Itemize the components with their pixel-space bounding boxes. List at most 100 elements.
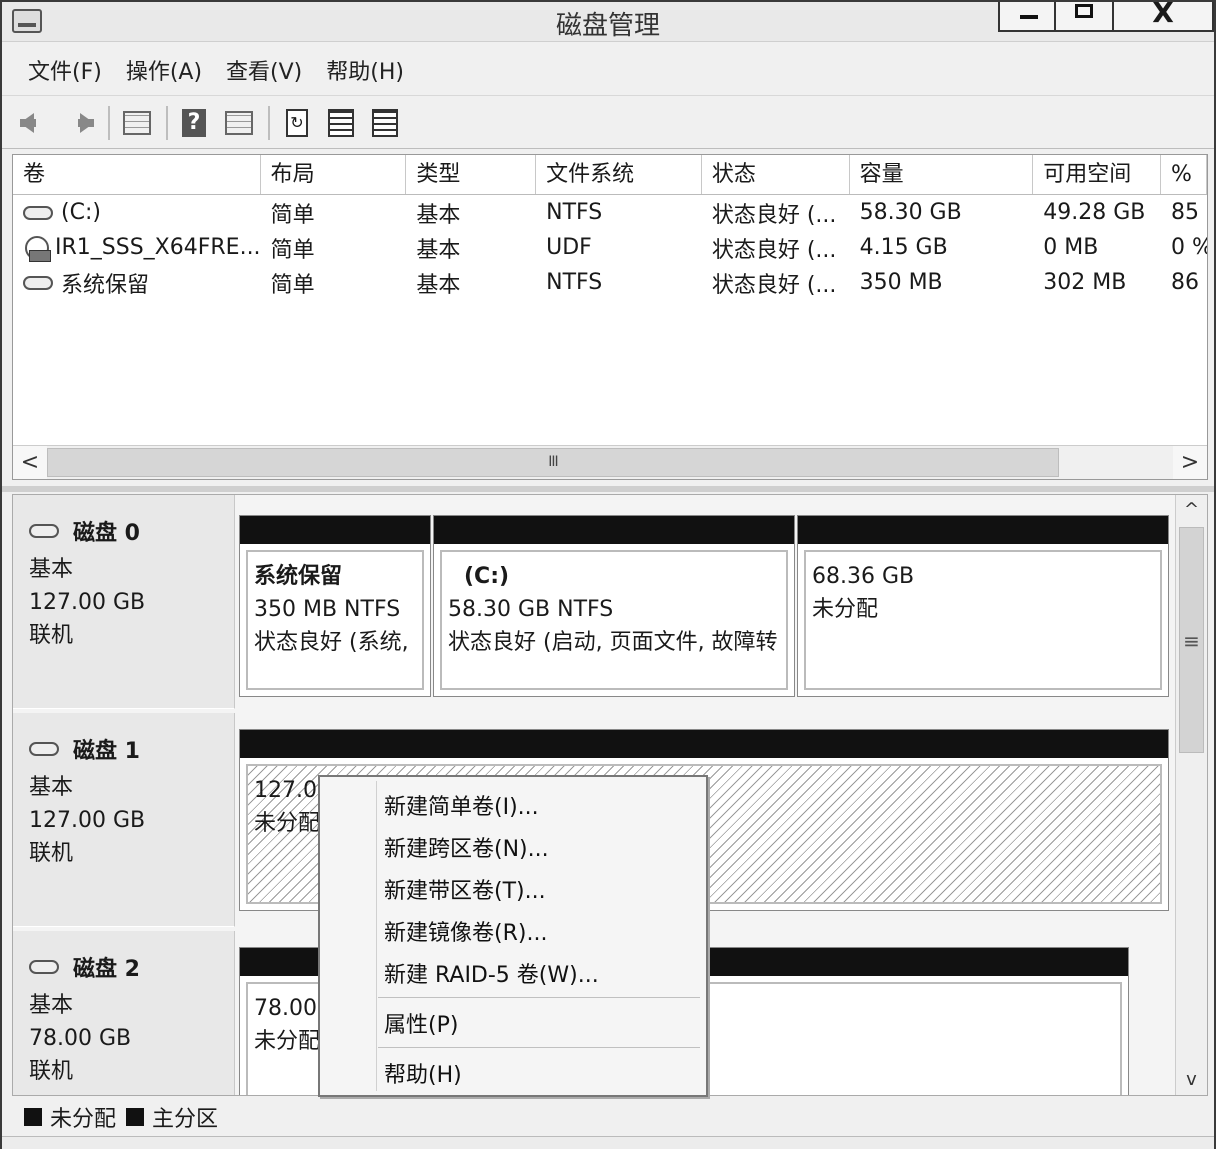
scroll-up-arrow[interactable]: ^ <box>1176 495 1207 525</box>
view-icon <box>225 110 253 135</box>
legend-swatch <box>24 1108 42 1126</box>
hard-drive-icon <box>23 205 53 220</box>
scroll-right-arrow[interactable]: > <box>1173 446 1207 479</box>
filesystem-cell: UDF <box>546 235 592 260</box>
volume-name: IR1_SSS_X64FRE... <box>55 235 261 260</box>
scroll-down-arrow[interactable]: v <box>1176 1065 1207 1095</box>
menu-properties[interactable]: 属性(P) <box>384 1007 458 1039</box>
disk-size: 78.00 GB <box>29 1026 132 1051</box>
close-icon: X <box>1152 0 1174 29</box>
disk-info[interactable]: 磁盘 2 基本 78.00 GB 联机 <box>13 931 235 1095</box>
help-button[interactable]: ? <box>178 107 212 139</box>
menu-help[interactable]: 帮助(H) <box>314 54 416 86</box>
help-icon: ? <box>182 108 206 137</box>
disk-name: 磁盘 2 <box>73 957 140 982</box>
column-percent-free[interactable]: % <box>1161 155 1207 194</box>
table-row[interactable]: IR1_SSS_X64FRE... 简单 基本 UDF 状态良好 (... 4.… <box>13 230 1207 265</box>
column-volume[interactable]: 卷 <box>13 155 261 194</box>
partition-system-reserved[interactable]: 系统保留 350 MB NTFS 状态良好 (系统, <box>239 515 431 697</box>
back-icon <box>20 112 36 133</box>
menu-new-simple-volume[interactable]: 新建简单卷(I)... <box>384 789 539 821</box>
partition-size: 58.30 GB NTFS <box>448 597 614 622</box>
scroll-thumb[interactable]: ≡ <box>1179 527 1204 753</box>
scroll-thumb[interactable]: III <box>47 448 1059 477</box>
partition-size: 68.36 GB <box>812 564 915 589</box>
column-filesystem[interactable]: 文件系统 <box>536 155 702 194</box>
partition-body: (C:) 58.30 GB NTFS 状态良好 (启动, 页面文件, 故障转 <box>440 550 788 690</box>
table-row[interactable]: (C:) 简单 基本 NTFS 状态良好 (... 58.30 GB 49.28… <box>13 195 1207 230</box>
window-controls: X <box>998 0 1214 32</box>
percent-free-cell: 86 <box>1171 270 1200 295</box>
toolbar-separator <box>108 105 110 140</box>
layout-cell: 简单 <box>270 237 315 263</box>
disk-type: 基本 <box>29 775 74 800</box>
menu-separator <box>378 997 700 998</box>
column-capacity[interactable]: 容量 <box>850 155 1034 194</box>
filesystem-cell: NTFS <box>546 200 603 225</box>
title-bar[interactable]: 磁盘管理 X <box>2 0 1214 42</box>
disk-info[interactable]: 磁盘 1 基本 127.00 GB 联机 <box>13 713 235 927</box>
horizontal-scrollbar[interactable]: < III > <box>13 445 1207 479</box>
partition-status: 状态良好 (启动, 页面文件, 故障转 <box>448 630 778 655</box>
toolbar-separator <box>268 105 270 140</box>
table-row[interactable]: 系统保留 简单 基本 NTFS 状态良好 (... 350 MB 302 MB … <box>13 265 1207 300</box>
percent-free-cell: 85 <box>1171 200 1200 225</box>
status-cell: 状态良好 (... <box>711 272 837 298</box>
layout-cell: 简单 <box>270 202 315 228</box>
menu-bar: 文件(F) 操作(A) 查看(V) 帮助(H) <box>2 44 1214 96</box>
maximize-button[interactable] <box>1056 2 1114 32</box>
menu-gutter <box>376 781 377 1091</box>
partition-c[interactable]: (C:) 58.30 GB NTFS 状态良好 (启动, 页面文件, 故障转 <box>433 515 795 697</box>
disk-status: 联机 <box>29 841 74 866</box>
properties-button[interactable] <box>324 107 358 139</box>
disk-type: 基本 <box>29 993 74 1018</box>
pane-splitter[interactable] <box>2 486 1214 492</box>
free-space-cell: 0 MB <box>1043 235 1099 260</box>
column-layout[interactable]: 布局 <box>261 155 407 194</box>
disk-button[interactable] <box>368 107 402 139</box>
disk-title: 磁盘 2 <box>29 951 234 983</box>
menu-new-raid5-volume[interactable]: 新建 RAID-5 卷(W)... <box>384 957 599 989</box>
menu-action[interactable]: 操作(A) <box>114 54 214 86</box>
close-button[interactable]: X <box>1114 0 1214 32</box>
capacity-cell: 58.30 GB <box>859 200 962 225</box>
partition-body: 68.36 GB 未分配 <box>804 550 1162 690</box>
toolbar-separator <box>166 105 168 140</box>
volume-list: 卷 布局 类型 文件系统 状态 容量 可用空间 % (C:) 简单 基本 NTF… <box>12 154 1208 480</box>
properties-icon <box>328 108 354 137</box>
menu-new-striped-volume[interactable]: 新建带区卷(T)... <box>384 873 546 905</box>
menu-view[interactable]: 查看(V) <box>214 54 314 86</box>
partition-bar <box>798 516 1168 544</box>
disk-name: 磁盘 1 <box>73 739 140 764</box>
forward-button[interactable] <box>62 107 96 139</box>
column-type[interactable]: 类型 <box>406 155 537 194</box>
disk-type: 基本 <box>29 557 74 582</box>
column-status[interactable]: 状态 <box>702 155 850 194</box>
capacity-cell: 4.15 GB <box>859 235 948 260</box>
type-cell: 基本 <box>416 272 461 298</box>
partition-unallocated[interactable]: 68.36 GB 未分配 <box>797 515 1169 697</box>
back-button[interactable] <box>18 107 52 139</box>
volume-name-cell: 系统保留 <box>13 267 261 299</box>
column-free-space[interactable]: 可用空间 <box>1033 155 1162 194</box>
menu-file[interactable]: 文件(F) <box>16 54 114 86</box>
disk-info[interactable]: 磁盘 0 基本 127.00 GB 联机 <box>13 495 235 709</box>
context-menu: 新建简单卷(I)... 新建跨区卷(N)... 新建带区卷(T)... 新建镜像… <box>318 775 708 1097</box>
view-button[interactable] <box>222 107 256 139</box>
volume-list-header: 卷 布局 类型 文件系统 状态 容量 可用空间 % <box>13 155 1207 195</box>
volume-name: 系统保留 <box>61 272 150 298</box>
vertical-scrollbar[interactable]: ^ ≡ v <box>1175 495 1207 1095</box>
scroll-left-arrow[interactable]: < <box>13 446 47 479</box>
minimize-button[interactable] <box>998 2 1056 32</box>
type-cell: 基本 <box>416 202 461 228</box>
status-cell: 状态良好 (... <box>711 237 837 263</box>
volume-name: (C:) <box>61 200 101 225</box>
refresh-button[interactable]: ↻ <box>280 107 314 139</box>
menu-help-item[interactable]: 帮助(H) <box>384 1057 462 1089</box>
menu-new-mirrored-volume[interactable]: 新建镜像卷(R)... <box>384 915 547 947</box>
dvd-drive-icon <box>23 234 51 262</box>
disk-row-0: 磁盘 0 基本 127.00 GB 联机 系统保留 350 MB NTFS 状态… <box>13 495 1175 711</box>
menu-new-spanned-volume[interactable]: 新建跨区卷(N)... <box>384 831 549 863</box>
partition-name: (C:) <box>464 564 510 589</box>
console-tree-button[interactable] <box>120 107 154 139</box>
